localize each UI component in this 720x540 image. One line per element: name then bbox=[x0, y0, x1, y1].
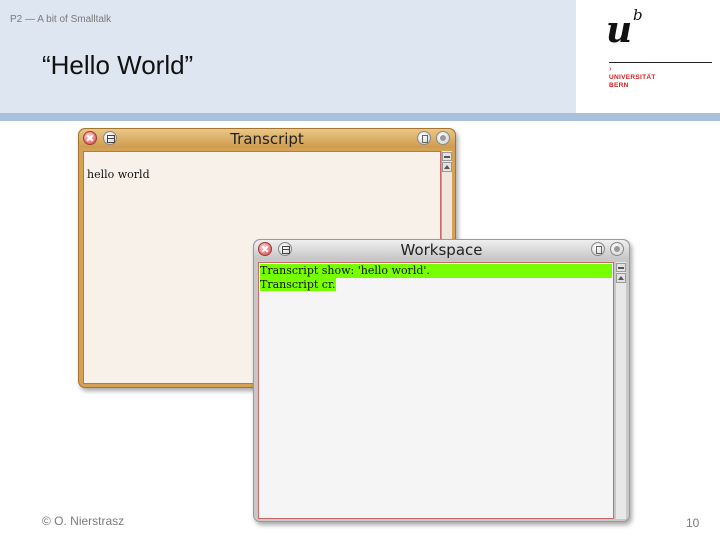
logo-chevron-icon: › bbox=[609, 64, 612, 73]
header-rule bbox=[0, 113, 720, 121]
workspace-title: Workspace bbox=[400, 241, 483, 259]
transcript-title: Transcript bbox=[230, 130, 304, 148]
workspace-editor[interactable]: Transcript show: 'hello world'. Transcri… bbox=[258, 262, 614, 519]
copyright: © O. Nierstrasz bbox=[42, 514, 125, 528]
logo-text-university: UNIVERSITÄT bbox=[609, 74, 656, 81]
transcript-output: hello world bbox=[87, 168, 150, 181]
expand-icon[interactable] bbox=[436, 131, 450, 145]
logo-divider bbox=[609, 62, 712, 63]
logo-u-letter: u bbox=[606, 9, 633, 51]
scroll-up-icon[interactable] bbox=[616, 273, 626, 283]
transcript-title-bar[interactable]: Transcript bbox=[79, 129, 455, 148]
code-line-text: Transcript cr. bbox=[260, 278, 336, 291]
expand-icon[interactable] bbox=[610, 242, 624, 256]
code-line[interactable]: Transcript cr. bbox=[260, 278, 336, 292]
window-menu-icon[interactable] bbox=[103, 131, 117, 145]
code-line[interactable]: Transcript show: 'hello world'. bbox=[260, 264, 612, 278]
close-icon[interactable] bbox=[258, 242, 272, 256]
course-label: P2 — A bit of Smalltalk bbox=[10, 14, 112, 25]
page-number: 10 bbox=[686, 516, 700, 530]
workspace-scrollbar[interactable] bbox=[616, 262, 626, 519]
workspace-title-bar[interactable]: Workspace bbox=[254, 240, 629, 259]
scroll-menu-icon[interactable] bbox=[616, 263, 626, 272]
logo-b-letter: b bbox=[633, 6, 643, 24]
university-logo bbox=[576, 0, 720, 113]
slide-title: “Hello World” bbox=[42, 50, 194, 80]
close-icon[interactable] bbox=[83, 131, 97, 145]
code-line-text: Transcript show: 'hello world'. bbox=[260, 264, 612, 278]
scroll-up-icon[interactable] bbox=[442, 162, 452, 172]
collapse-icon[interactable] bbox=[591, 242, 605, 256]
collapse-icon[interactable] bbox=[417, 131, 431, 145]
workspace-window[interactable]: Workspace Transcript show: 'hello world'… bbox=[253, 239, 630, 522]
logo-text-bern: BERN bbox=[609, 82, 629, 89]
window-menu-icon[interactable] bbox=[278, 242, 292, 256]
scroll-menu-icon[interactable] bbox=[442, 152, 452, 161]
